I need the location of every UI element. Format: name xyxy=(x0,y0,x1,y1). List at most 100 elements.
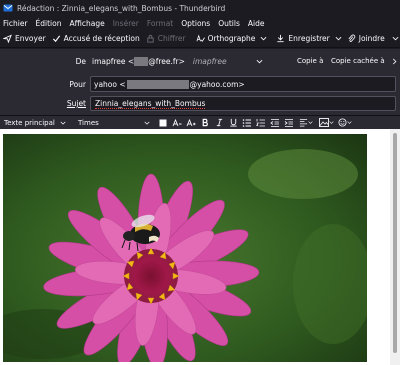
chevron-down-icon xyxy=(347,121,352,124)
chevron-down-icon xyxy=(308,121,313,124)
menu-edition[interactable]: Édition xyxy=(36,19,62,28)
font-select[interactable]: Times xyxy=(75,117,153,128)
lock-icon xyxy=(147,34,154,43)
smiley-icon xyxy=(338,118,347,127)
title-bar: Rédaction : Zinnia_elegans_with_Bombus -… xyxy=(0,0,400,16)
menu-affichage[interactable]: Affichage xyxy=(69,19,104,28)
from-identity-select[interactable]: imapfree < @free.fr> imapfree xyxy=(92,55,227,68)
chevron-down-icon xyxy=(60,121,66,125)
insert-menu-button[interactable] xyxy=(317,117,335,129)
message-body-editor[interactable] xyxy=(0,129,400,365)
menu-inserer[interactable]: Insérer xyxy=(113,19,139,28)
redacted-box xyxy=(126,79,189,89)
outdent-icon xyxy=(270,118,279,127)
cc-button[interactable]: Copie à xyxy=(297,57,323,65)
text-color-button[interactable] xyxy=(157,117,169,129)
menu-fichier[interactable]: Fichier xyxy=(3,19,28,28)
from-label: De xyxy=(75,57,86,66)
bold-icon xyxy=(202,118,208,127)
chevron-down-icon[interactable] xyxy=(256,58,263,65)
chevron-down-icon xyxy=(392,36,399,41)
underline-button[interactable] xyxy=(227,117,239,129)
paperclip-icon xyxy=(348,34,356,42)
insert-image-icon xyxy=(318,118,329,127)
from-user: imapfree xyxy=(92,57,126,66)
compose-toolbar: Envoyer Accusé de réception Chiffrer Ort… xyxy=(0,30,400,48)
outdent-button[interactable] xyxy=(269,117,281,129)
chevron-down-icon xyxy=(260,36,267,41)
recipient-domain: @yahoo.com> xyxy=(189,79,245,89)
spelling-label: Orthographe xyxy=(207,34,256,43)
chevron-right-icon[interactable] xyxy=(391,58,398,65)
indent-icon xyxy=(284,118,293,127)
thunderbird-app-icon xyxy=(3,4,13,12)
color-swatch-icon xyxy=(159,119,167,126)
from-domain: @free.fr> xyxy=(148,57,185,66)
redacted-box xyxy=(134,57,149,66)
receipt-label: Accusé de réception xyxy=(63,34,140,43)
message-header: De imapfree < @free.fr> imapfree Copie à… xyxy=(0,49,400,115)
send-icon xyxy=(3,34,12,43)
save-dropdown[interactable] xyxy=(333,31,344,47)
background-leaf xyxy=(248,149,358,199)
font-size-larger-button[interactable] xyxy=(185,117,197,129)
encrypt-button[interactable]: Chiffrer xyxy=(143,31,189,47)
scrollbar-thumb[interactable] xyxy=(393,133,397,353)
from-angle-bracket: < xyxy=(125,57,135,66)
send-label: Envoyer xyxy=(15,34,46,43)
align-left-icon xyxy=(299,118,308,127)
underline-icon xyxy=(229,118,237,127)
from-identity: imapfree xyxy=(192,57,227,66)
menu-options[interactable]: Options xyxy=(181,19,210,28)
to-field[interactable]: yahoo < @yahoo.com> xyxy=(90,76,396,92)
format-toolbar: Texte principal Times xyxy=(0,115,400,129)
numbered-list-icon xyxy=(256,118,265,126)
italic-icon xyxy=(216,118,222,127)
checkmark-icon xyxy=(52,35,60,43)
attach-button[interactable]: Joindre xyxy=(344,31,388,47)
chevron-down-icon xyxy=(144,121,150,125)
subject-label: Sujet xyxy=(66,99,86,108)
encrypt-label: Chiffrer xyxy=(157,34,186,43)
menu-outils[interactable]: Outils xyxy=(218,19,240,28)
align-menu-button[interactable] xyxy=(297,117,315,129)
bcc-button[interactable]: Copie cachée à xyxy=(331,57,385,65)
spellcheck-icon xyxy=(196,34,205,42)
zinnia-photo xyxy=(3,134,367,362)
indent-button[interactable] xyxy=(283,117,295,129)
send-button[interactable]: Envoyer xyxy=(0,31,49,47)
to-label: Pour xyxy=(69,80,86,89)
receipt-button[interactable]: Accusé de réception xyxy=(49,31,143,47)
attach-dropdown[interactable] xyxy=(390,31,400,47)
menu-aide[interactable]: Aide xyxy=(248,19,265,28)
menu-format[interactable]: Format xyxy=(147,19,173,28)
subject-value: Zinnia_elegans_with_Bombus xyxy=(95,99,206,109)
chevron-down-icon xyxy=(328,121,334,124)
vertical-scrollbar[interactable] xyxy=(390,129,400,365)
emoji-button[interactable] xyxy=(337,117,353,129)
italic-button[interactable] xyxy=(213,117,225,129)
spelling-dropdown[interactable] xyxy=(258,31,269,47)
save-button[interactable]: Enregistrer xyxy=(273,31,332,47)
recipient-name: yahoo < xyxy=(94,79,126,89)
from-row: De imapfree < @free.fr> imapfree Copie à… xyxy=(0,55,400,69)
flower-center xyxy=(124,249,178,303)
recipient-pill[interactable]: yahoo < @yahoo.com> xyxy=(94,79,245,89)
font-larger-icon xyxy=(186,118,196,126)
bulleted-list-button[interactable] xyxy=(241,117,253,129)
font-smaller-icon xyxy=(172,118,182,126)
attach-label: Joindre xyxy=(358,34,385,43)
font-value: Times xyxy=(78,118,99,127)
subject-field[interactable]: Zinnia_elegans_with_Bombus xyxy=(90,96,396,111)
paragraph-style-select[interactable]: Texte principal xyxy=(1,117,69,128)
menu-bar: Fichier Édition Affichage Insérer Format… xyxy=(0,16,400,30)
save-label: Enregistrer xyxy=(288,34,330,43)
spelling-button[interactable]: Orthographe xyxy=(193,31,259,47)
paragraph-style-value: Texte principal xyxy=(4,118,55,127)
numbered-list-button[interactable] xyxy=(255,117,267,129)
bulleted-list-icon xyxy=(242,118,251,127)
bold-button[interactable] xyxy=(199,117,211,129)
download-icon xyxy=(277,34,285,43)
font-size-smaller-button[interactable] xyxy=(171,117,183,129)
window-title: Rédaction : Zinnia_elegans_with_Bombus -… xyxy=(17,3,226,13)
